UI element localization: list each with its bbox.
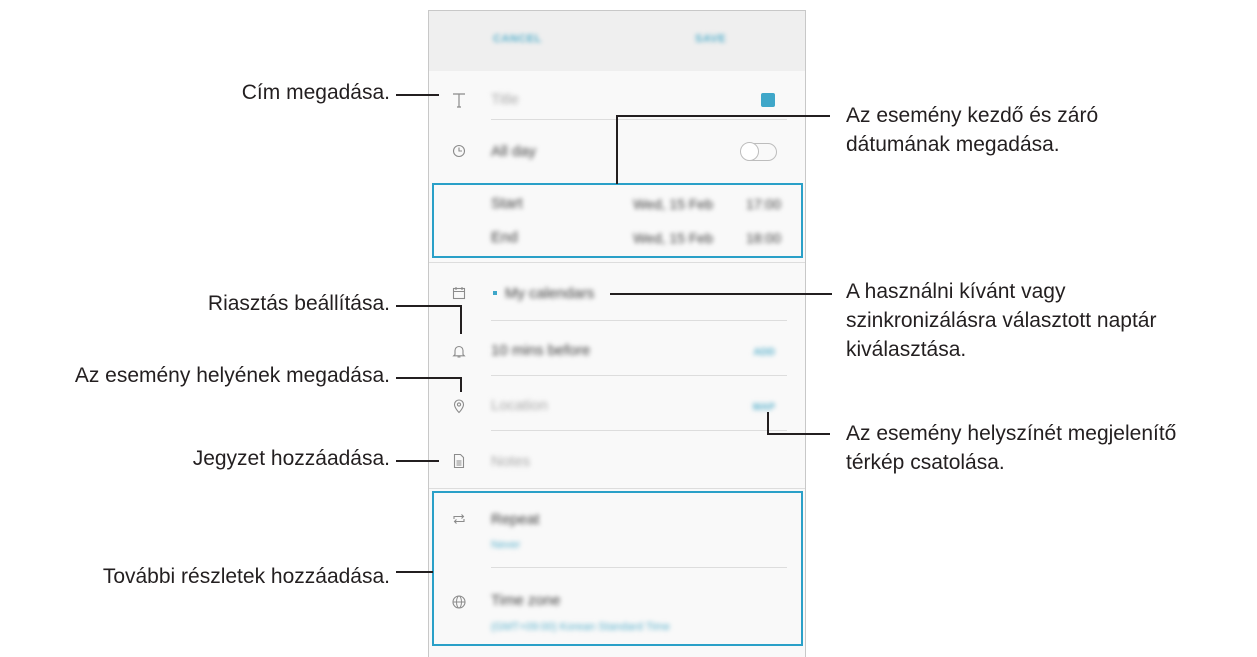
annotation-map-line1: Az esemény helyszínét megjelenítő (846, 422, 1177, 445)
location-input[interactable]: Location (491, 397, 548, 414)
annotation-dates-line1: Az esemény kezdő és záró (846, 104, 1099, 127)
divider (491, 375, 787, 376)
annotation-dates: Az esemény kezdő és záró dátumának megad… (846, 101, 1098, 159)
callout-line (460, 377, 462, 392)
calendar-row[interactable]: My calendars (429, 273, 805, 319)
callout-line (616, 115, 830, 117)
divider (491, 320, 787, 321)
cancel-button[interactable]: CANCEL (493, 33, 542, 45)
clock-icon (451, 143, 467, 159)
add-reminder-button[interactable]: ADD (753, 347, 775, 358)
calendar-icon (451, 285, 467, 301)
text-t-icon (451, 92, 467, 108)
annotation-details: További részletek hozzáadása. (102, 565, 390, 588)
callout-line (396, 571, 433, 573)
color-picker[interactable] (761, 93, 775, 107)
callout-line (396, 305, 462, 307)
callout-line (396, 377, 462, 379)
reminder-row[interactable]: 10 mins before ADD (429, 329, 805, 379)
callout-line (616, 115, 618, 184)
annotation-dates-line2: dátumának megadása. (846, 133, 1060, 156)
notes-input[interactable]: Notes (491, 453, 530, 470)
callout-line (396, 94, 439, 96)
location-row[interactable]: Location MAP (429, 383, 805, 433)
callout-line (396, 460, 439, 462)
callout-line (767, 433, 830, 435)
divider (429, 488, 805, 489)
all-day-toggle[interactable] (740, 142, 777, 161)
map-button[interactable]: MAP (753, 402, 775, 413)
all-day-label: All day (491, 143, 537, 160)
title-input[interactable]: Title (491, 91, 519, 108)
callout-line (610, 293, 832, 295)
annotation-notes: Jegyzet hozzáadása. (192, 447, 390, 470)
annotation-map-line2: térkép csatolása. (846, 451, 1005, 474)
save-button[interactable]: SAVE (695, 33, 726, 45)
annotation-alarm: Riasztás beállítása. (207, 292, 390, 315)
app-bar: CANCEL SAVE (429, 11, 805, 71)
details-highlight (432, 491, 803, 646)
callout-line (767, 412, 769, 435)
divider (429, 262, 805, 263)
document-icon (451, 453, 467, 469)
reminder-value[interactable]: 10 mins before (491, 342, 590, 359)
calendar-value[interactable]: My calendars (505, 285, 594, 302)
divider (491, 430, 787, 431)
annotation-title: Cím megadása. (241, 81, 390, 104)
annotation-calendar-line3: kiválasztása. (846, 338, 967, 361)
notes-row[interactable]: Notes (429, 439, 805, 493)
divider (491, 119, 787, 120)
location-pin-icon (451, 398, 467, 414)
annotation-calendar-line2: szinkronizálásra választott naptár (846, 309, 1157, 332)
date-range-highlight (432, 183, 803, 258)
annotation-map: Az esemény helyszínét megjelenítő térkép… (846, 419, 1176, 477)
annotation-calendar: A használni kívánt vagy szinkronizálásra… (846, 277, 1156, 364)
bell-icon (451, 343, 467, 359)
annotation-location: Az esemény helyének megadása. (74, 364, 390, 387)
annotation-calendar-line1: A használni kívánt vagy (846, 280, 1066, 303)
calendar-color-dot (493, 291, 497, 295)
callout-line (460, 305, 462, 334)
